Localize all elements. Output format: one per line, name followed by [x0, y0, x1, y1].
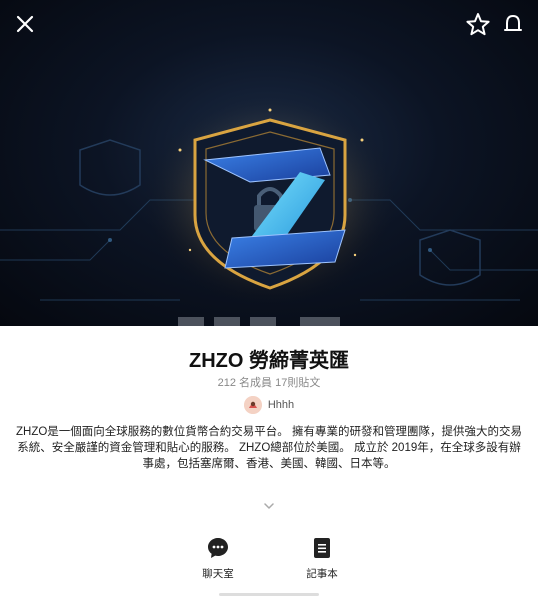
cover-image	[0, 0, 538, 326]
group-stats[interactable]: 212 名成員 17則貼文	[0, 374, 538, 390]
bell-icon	[504, 15, 522, 31]
star-icon	[466, 13, 490, 36]
chat-room-button[interactable]: 聊天室	[178, 536, 258, 581]
notes-button[interactable]: 記事本	[282, 536, 362, 581]
avatar-icon	[243, 396, 262, 414]
chat-bubble-icon	[208, 538, 228, 558]
favorite-button[interactable]	[462, 8, 494, 40]
avatar	[243, 396, 262, 414]
chat-room-label: 聊天室	[202, 568, 234, 580]
action-bar: 聊天室 記事本	[0, 536, 538, 596]
cover-artwork	[0, 90, 538, 326]
close-icon	[16, 15, 34, 33]
close-button[interactable]	[9, 8, 41, 40]
group-name: ZHZO 勞締菁英匯	[189, 350, 349, 372]
group-info-panel: ZHZO 勞締菁英匯 212 名成員 17則貼文 Hhhh ZHZO是一個面向全…	[0, 326, 538, 600]
notes-label: 記事本	[306, 568, 338, 580]
group-owner[interactable]: Hhhh	[0, 396, 538, 414]
notebook-icon	[314, 538, 330, 558]
home-indicator	[219, 593, 319, 596]
expand-button[interactable]	[258, 498, 280, 514]
chevron-down-icon	[264, 503, 274, 509]
group-description: ZHZO是一個面向全球服務的數位貨幣合約交易平台。 擁有專業的研發和管理團隊，提…	[16, 426, 522, 470]
notification-button[interactable]	[497, 8, 529, 40]
owner-name: Hhhh	[267, 399, 295, 411]
